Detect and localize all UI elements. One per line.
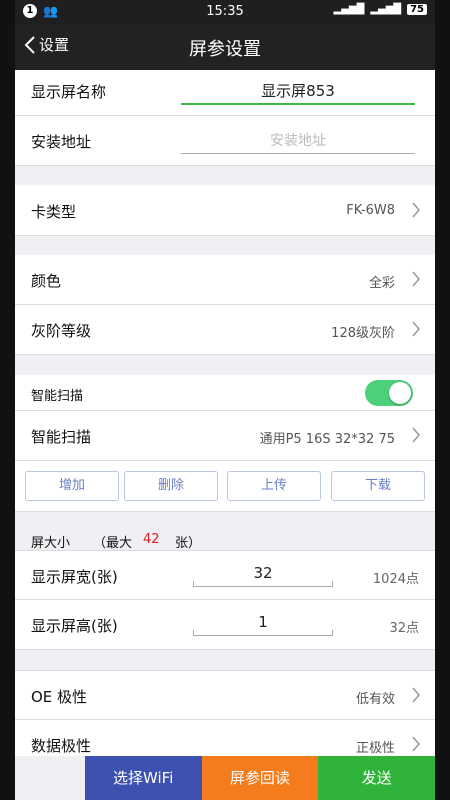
screen-width-unit: 1024点: [372, 572, 419, 587]
select-wifi-button[interactable]: 选择WiFi: [84, 756, 202, 800]
toggle-knob: [389, 382, 411, 404]
card-type-label: 卡类型: [31, 203, 77, 221]
gray-level-value: 128级灰阶: [331, 326, 395, 341]
readback-button[interactable]: 屏参回读: [201, 756, 319, 800]
screen-width-input[interactable]: 32: [193, 564, 333, 587]
data-polarity-label: 数据极性: [31, 737, 92, 755]
upload-button[interactable]: 上传: [227, 471, 321, 501]
row-data-polarity[interactable]: 数据极性 正极性: [15, 720, 435, 756]
row-smart-scan[interactable]: 智能扫描 通用P5 16S 32*32 75: [15, 411, 435, 461]
screen-size-max-value: 42: [143, 532, 160, 547]
screen-size-header: 屏大小 （最大 42 张）: [15, 532, 435, 551]
status-bar: 1 👥 15:35 ▂▄▆█ ▂▄▆█ 75: [15, 0, 435, 24]
color-value: 全彩: [368, 276, 395, 291]
chevron-right-icon: [412, 271, 420, 287]
chevron-right-icon: [412, 687, 420, 703]
install-address-label: 安装地址: [31, 133, 92, 151]
bottom-spacer: [15, 756, 85, 800]
row-color[interactable]: 颜色 全彩: [15, 255, 435, 305]
nav-bar: 设置 屏参设置: [15, 24, 435, 70]
chevron-right-icon: [412, 736, 420, 752]
card-type-value: FK-6W8: [346, 203, 395, 218]
delete-button[interactable]: 删除: [124, 471, 218, 501]
bottom-action-bar: 选择WiFi 屏参回读 发送: [15, 756, 435, 800]
battery-icon: 75: [407, 4, 427, 15]
chevron-right-icon: [412, 202, 420, 218]
smart-scan-toggle[interactable]: [365, 380, 413, 406]
settings-list[interactable]: 显示屏名称 显示屏853 安装地址 安装地址 卡类型 FK-6W8 颜色 全彩 …: [15, 70, 435, 756]
add-button[interactable]: 增加: [25, 471, 119, 501]
row-card-type[interactable]: 卡类型 FK-6W8: [15, 185, 435, 236]
screen-height-label: 显示屏高(张): [31, 617, 118, 635]
smart-scan-section-title: 智能扫描: [31, 389, 84, 404]
smart-scan-value: 通用P5 16S 32*32 75: [259, 432, 395, 447]
signal-icon: ▂▄▆█: [333, 4, 365, 15]
screen-height-input[interactable]: 1: [193, 613, 333, 636]
smart-scan-label: 智能扫描: [31, 428, 92, 446]
row-screen-height: 显示屏高(张) 1 32点: [15, 600, 435, 650]
display-name-label: 显示屏名称: [31, 83, 107, 101]
screen-size-max-suffix: 张）: [175, 536, 202, 551]
row-gray-level[interactable]: 灰阶等级 128级灰阶: [15, 305, 435, 355]
row-display-name: 显示屏名称 显示屏853: [15, 70, 435, 116]
row-install-address: 安装地址 安装地址: [15, 116, 435, 166]
gray-level-label: 灰阶等级: [31, 322, 92, 340]
row-oe-polarity[interactable]: OE 极性 低有效: [15, 670, 435, 720]
color-label: 颜色: [31, 272, 62, 290]
row-screen-width: 显示屏宽(张) 32 1024点: [15, 550, 435, 600]
download-button[interactable]: 下载: [331, 471, 425, 501]
data-polarity-value: 正极性: [355, 741, 395, 756]
section-smart-scan: 智能扫描: [15, 375, 435, 411]
display-name-input[interactable]: 显示屏853: [181, 80, 415, 105]
screen-size-max-prefix: （最大: [93, 536, 133, 551]
send-button[interactable]: 发送: [318, 756, 435, 800]
chevron-right-icon: [412, 427, 420, 443]
oe-polarity-label: OE 极性: [31, 688, 88, 706]
chevron-right-icon: [412, 321, 420, 337]
page-title: 屏参设置: [189, 39, 261, 60]
signal-2-icon: ▂▄▆█: [370, 4, 402, 15]
screen-size-title: 屏大小: [31, 536, 71, 551]
action-button-bar: 增加 删除 上传 下载: [15, 461, 435, 512]
oe-polarity-value: 低有效: [355, 692, 395, 707]
screen-width-label: 显示屏宽(张): [31, 568, 118, 586]
install-address-input[interactable]: 安装地址: [181, 130, 415, 154]
screen-height-unit: 32点: [389, 621, 419, 636]
app-window: 1 👥 15:35 ▂▄▆█ ▂▄▆█ 75 设置 屏参设置 显示屏名称 显示屏…: [15, 0, 435, 800]
